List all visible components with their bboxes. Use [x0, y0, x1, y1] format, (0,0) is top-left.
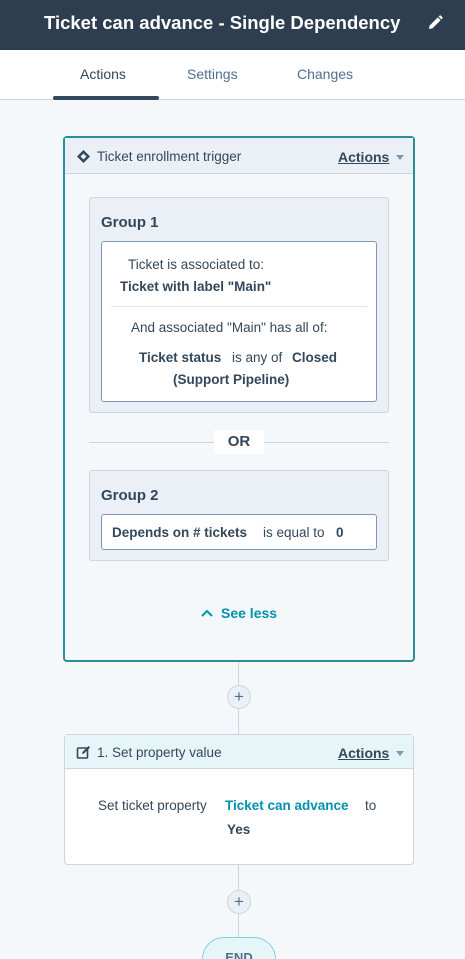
- group-1-title: Group 1: [101, 214, 159, 231]
- action-actions-dropdown[interactable]: Actions: [338, 745, 389, 761]
- group-2-title: Group 2: [101, 487, 159, 504]
- chevron-down-icon[interactable]: [396, 155, 404, 160]
- workflow-title[interactable]: Ticket can advance - Single Dependency: [44, 12, 400, 34]
- action-card-header: 1. Set property value Actions: [65, 735, 413, 769]
- app-header: Ticket can advance - Single Dependency: [0, 0, 465, 50]
- tab-changes[interactable]: Changes: [297, 66, 353, 82]
- condition-value: Closed: [292, 350, 338, 365]
- condition-property: Ticket status: [139, 350, 222, 365]
- filter-divider: [111, 306, 367, 307]
- action-value: Yes: [227, 822, 251, 837]
- group-2-condition-operator: is equal to: [263, 525, 325, 540]
- group-2-condition-value: 0: [336, 525, 344, 540]
- add-action-button[interactable]: +: [227, 685, 251, 709]
- action-body-prefix: Set ticket property: [98, 798, 207, 813]
- condition-value-pipeline: (Support Pipeline): [173, 372, 290, 387]
- condition-operator: is any of: [232, 350, 283, 365]
- and-associated-label: And associated "Main" has all of:: [131, 320, 328, 335]
- association-value: Ticket with label "Main": [120, 279, 272, 294]
- trigger-diamond-icon: [77, 150, 90, 163]
- end-node: END: [202, 937, 276, 959]
- or-label: OR: [214, 430, 264, 454]
- trigger-actions-dropdown[interactable]: Actions: [338, 149, 389, 165]
- edit-square-icon: [76, 746, 90, 759]
- see-less-label: See less: [221, 605, 278, 621]
- association-label: Ticket is associated to:: [128, 257, 265, 272]
- pencil-icon[interactable]: [426, 14, 444, 32]
- add-action-button[interactable]: +: [227, 890, 251, 914]
- tab-settings[interactable]: Settings: [187, 66, 238, 82]
- tab-bar: Actions Settings Changes: [0, 50, 465, 100]
- active-tab-indicator: [53, 96, 159, 100]
- trigger-card-header: Ticket enrollment trigger Actions: [65, 138, 413, 174]
- group-2-condition-property: Depends on # tickets: [112, 525, 248, 540]
- tab-actions[interactable]: Actions: [80, 66, 126, 82]
- chevron-up-icon: [201, 609, 213, 617]
- action-title: 1. Set property value: [97, 745, 222, 760]
- chevron-down-icon[interactable]: [396, 751, 404, 756]
- action-body-to: to: [365, 798, 377, 813]
- trigger-title: Ticket enrollment trigger: [97, 149, 242, 164]
- action-property-link[interactable]: Ticket can advance: [225, 798, 349, 813]
